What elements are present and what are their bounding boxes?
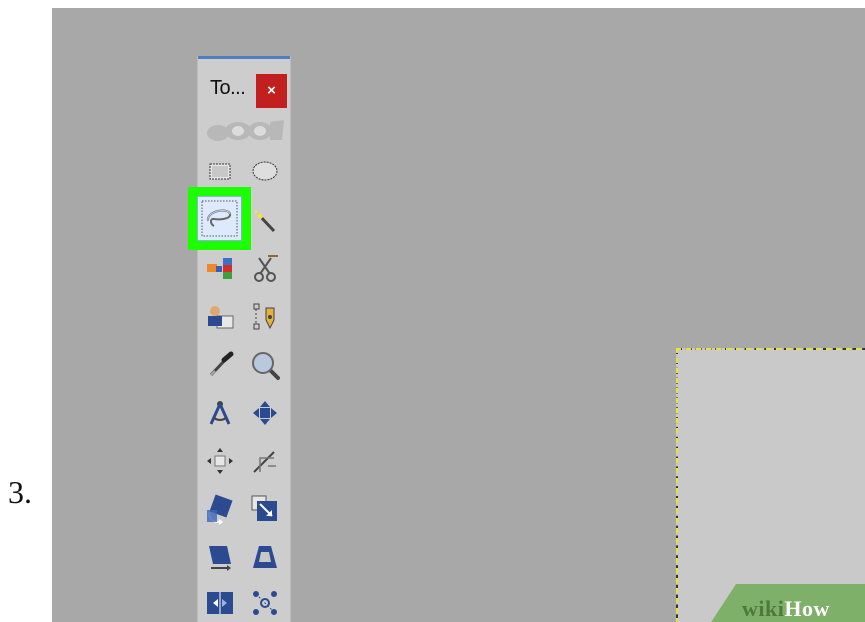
crop-knife-icon[interactable] <box>248 444 282 478</box>
eyedropper-icon[interactable] <box>203 348 237 382</box>
selection-marching-ants-left <box>676 348 678 622</box>
flip-icon[interactable] <box>203 586 237 620</box>
watermark-wiki: wiki <box>742 596 785 621</box>
compass-icon[interactable] <box>203 396 237 430</box>
scale-icon[interactable] <box>248 492 282 526</box>
paths-pen-icon[interactable] <box>248 300 282 334</box>
rotate-icon[interactable] <box>203 492 237 526</box>
toolbox-titlebar[interactable]: To... × <box>198 59 290 119</box>
ellipse-select-icon[interactable] <box>248 154 282 188</box>
selection-marching-ants-top <box>676 348 865 350</box>
rectangle-select-icon[interactable] <box>203 154 237 188</box>
move-arrows-icon[interactable] <box>248 396 282 430</box>
image-canvas[interactable] <box>676 348 865 622</box>
shear-icon[interactable] <box>203 540 237 574</box>
close-button[interactable]: × <box>256 74 287 108</box>
free-select-tool-highlight[interactable] <box>188 187 251 250</box>
foreground-select-icon[interactable] <box>203 300 237 334</box>
magnifier-icon[interactable] <box>248 348 282 382</box>
step-number: 3. <box>8 474 32 510</box>
wilber-logo-icon <box>204 118 284 149</box>
lasso-icon[interactable] <box>197 196 242 241</box>
toolbox-title: To... <box>210 77 246 99</box>
color-select-icon[interactable] <box>203 252 237 286</box>
scissors-icon[interactable] <box>248 252 282 286</box>
gimp-screenshot: To... × wikiHow <box>52 8 865 622</box>
perspective-icon[interactable] <box>248 540 282 574</box>
toolbox-panel: To... × <box>197 56 291 622</box>
magic-wand-icon[interactable] <box>248 204 282 238</box>
cage-transform-icon[interactable] <box>248 586 282 620</box>
watermark-how: How <box>784 596 830 621</box>
align-icon[interactable] <box>203 444 237 478</box>
